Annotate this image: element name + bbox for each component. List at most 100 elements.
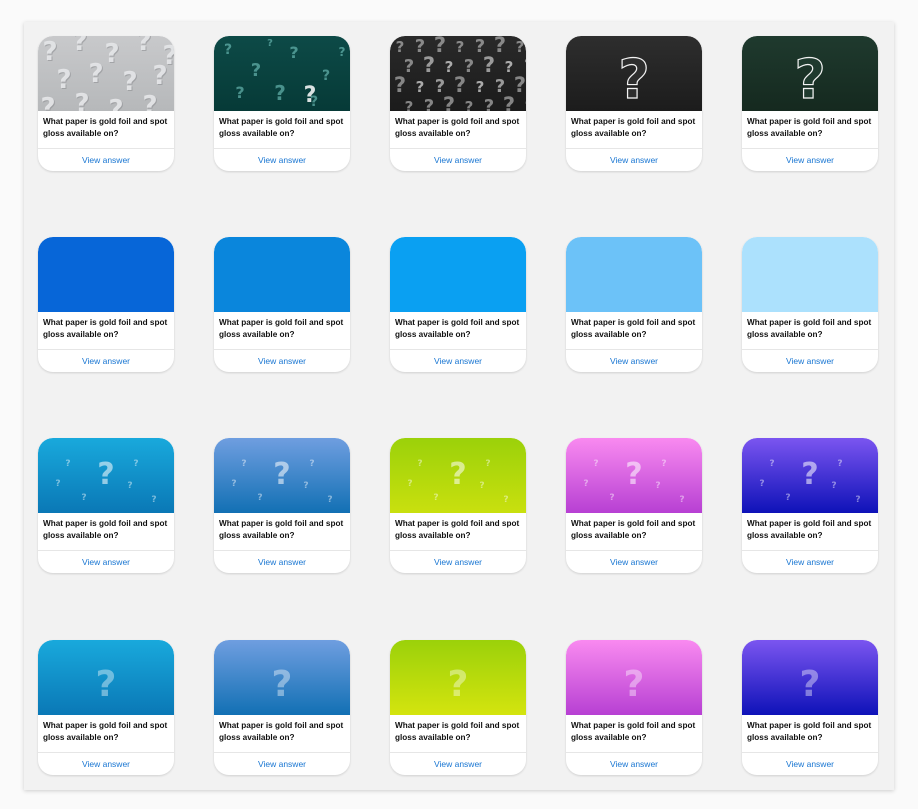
question-mark-icon: ? — [618, 48, 649, 111]
view-answer-link[interactable]: View answer — [742, 753, 878, 775]
card-thumbnail: ??????? — [566, 438, 702, 513]
view-answer-link[interactable]: View answer — [38, 149, 174, 171]
question-mark-icon: ? — [505, 58, 514, 76]
view-answer-link[interactable]: View answer — [566, 551, 702, 573]
view-answer-link[interactable]: View answer — [38, 753, 174, 775]
question-mark-icon: ? — [424, 96, 434, 111]
question-mark-icon: ? — [142, 91, 157, 111]
question-mark-icon: ? — [503, 495, 508, 505]
view-answer-link[interactable]: View answer — [566, 149, 702, 171]
card-thumbnail: ?????????? — [214, 36, 350, 111]
question-mark-icon: ? — [484, 96, 494, 111]
question-card: ? What paper is gold foil and spot gloss … — [390, 640, 526, 775]
card-thumbnail: ? — [390, 640, 526, 715]
card-question: What paper is gold foil and spot gloss a… — [219, 519, 344, 540]
question-mark-icon: ? — [407, 479, 412, 489]
question-mark-icon: ? — [303, 481, 308, 491]
view-answer-link[interactable]: View answer — [742, 350, 878, 372]
question-mark-icon: ? — [583, 479, 588, 489]
cards-panel: ?????????????????????????? What paper is … — [24, 22, 894, 790]
view-answer-link[interactable]: View answer — [214, 149, 350, 171]
view-answer-link[interactable]: View answer — [214, 551, 350, 573]
question-mark-icon: ? — [257, 493, 262, 503]
card-question: What paper is gold foil and spot gloss a… — [43, 318, 168, 339]
card-question: What paper is gold foil and spot gloss a… — [747, 721, 872, 742]
question-card: ?????????? What paper is gold foil and sp… — [214, 36, 350, 171]
card-question: What paper is gold foil and spot gloss a… — [571, 318, 696, 339]
question-mark-icon: ? — [445, 58, 454, 76]
question-card: ??????? What paper is gold foil and spot … — [214, 438, 350, 573]
question-mark-icon: ? — [56, 65, 71, 95]
question-card: ? What paper is gold foil and spot gloss … — [742, 640, 878, 775]
question-mark-icon: ? — [801, 457, 818, 492]
view-answer-link[interactable]: View answer — [214, 753, 350, 775]
card-question: What paper is gold foil and spot gloss a… — [747, 519, 872, 540]
question-mark-icon: ? — [434, 36, 446, 57]
card-thumbnail: ??????? — [742, 438, 878, 513]
question-card: ? What paper is gold foil and spot gloss … — [566, 640, 702, 775]
question-mark-icon: ? — [224, 42, 232, 58]
card-question: What paper is gold foil and spot gloss a… — [219, 117, 344, 138]
question-mark-icon: ? — [405, 98, 414, 111]
question-mark-icon: ? — [65, 459, 70, 469]
question-mark-icon: ? — [96, 664, 117, 705]
question-mark-icon: ? — [443, 93, 455, 111]
view-answer-link[interactable]: View answer — [742, 551, 878, 573]
view-answer-link[interactable]: View answer — [390, 753, 526, 775]
card-question: What paper is gold foil and spot gloss a… — [747, 117, 872, 138]
view-answer-link[interactable]: View answer — [38, 350, 174, 372]
question-mark-icon: ? — [108, 95, 123, 111]
card-question: What paper is gold foil and spot gloss a… — [571, 117, 696, 138]
question-card: ? What paper is gold foil and spot gloss … — [214, 640, 350, 775]
question-mark-icon: ? — [289, 43, 298, 62]
view-answer-link[interactable]: View answer — [390, 350, 526, 372]
question-mark-icon: ? — [273, 457, 290, 492]
view-answer-link[interactable]: View answer — [390, 551, 526, 573]
card-question: What paper is gold foil and spot gloss a… — [571, 519, 696, 540]
question-mark-icon: ? — [88, 59, 103, 89]
question-mark-icon: ? — [769, 459, 774, 469]
card-thumbnail: ??????? — [38, 438, 174, 513]
question-card: ? What paper is gold foil and spot gloss … — [566, 36, 702, 171]
card-thumbnail: ? — [214, 640, 350, 715]
card-question: What paper is gold foil and spot gloss a… — [395, 721, 520, 742]
question-mark-icon: ? — [465, 98, 474, 111]
question-mark-icon: ? — [327, 495, 332, 505]
view-answer-link[interactable]: View answer — [566, 753, 702, 775]
question-mark-icon: ? — [274, 81, 286, 105]
question-mark-icon: ? — [304, 83, 317, 108]
question-mark-icon: ? — [122, 67, 137, 97]
question-mark-icon: ? — [133, 459, 138, 469]
card-thumbnail: ? — [742, 640, 878, 715]
view-answer-link[interactable]: View answer — [38, 551, 174, 573]
card-thumbnail: ???????????????????????????? — [390, 36, 526, 111]
question-card: ??????? What paper is gold foil and spot … — [566, 438, 702, 573]
question-mark-icon: ? — [514, 73, 526, 97]
question-card: ???????????????????????????? What paper i… — [390, 36, 526, 171]
question-card: What paper is gold foil and spot gloss a… — [566, 237, 702, 372]
card-question: What paper is gold foil and spot gloss a… — [395, 519, 520, 540]
question-mark-icon: ? — [97, 457, 114, 492]
question-mark-icon: ? — [625, 457, 642, 492]
question-mark-icon: ? — [794, 48, 825, 111]
card-question: What paper is gold foil and spot gloss a… — [43, 117, 168, 138]
card-thumbnail: ? — [742, 36, 878, 111]
view-answer-link[interactable]: View answer — [742, 149, 878, 171]
question-card: What paper is gold foil and spot gloss a… — [390, 237, 526, 372]
question-mark-icon: ? — [74, 89, 89, 111]
card-question: What paper is gold foil and spot gloss a… — [395, 318, 520, 339]
question-mark-icon: ? — [448, 664, 469, 705]
question-mark-icon: ? — [267, 38, 273, 49]
card-question: What paper is gold foil and spot gloss a… — [43, 519, 168, 540]
card-question: What paper is gold foil and spot gloss a… — [219, 721, 344, 742]
view-answer-link[interactable]: View answer — [390, 149, 526, 171]
question-mark-icon: ? — [516, 38, 525, 56]
question-card: ??????? What paper is gold foil and spot … — [38, 438, 174, 573]
question-mark-icon: ? — [394, 73, 406, 97]
question-card: What paper is gold foil and spot gloss a… — [38, 237, 174, 372]
question-mark-icon: ? — [855, 495, 860, 505]
view-answer-link[interactable]: View answer — [566, 350, 702, 372]
question-mark-icon: ? — [837, 459, 842, 469]
view-answer-link[interactable]: View answer — [214, 350, 350, 372]
card-question: What paper is gold foil and spot gloss a… — [395, 117, 520, 138]
